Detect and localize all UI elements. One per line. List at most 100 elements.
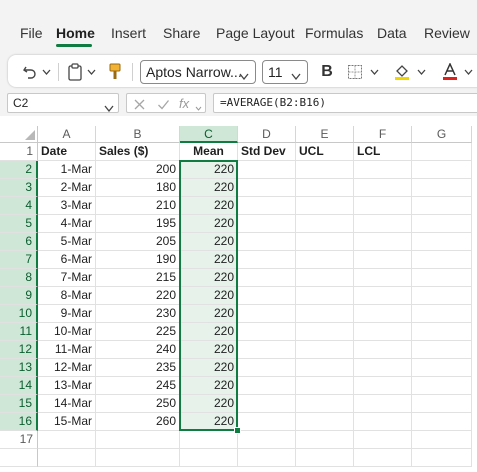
cell-e15[interactable]: [296, 395, 354, 413]
cell-d9[interactable]: [238, 287, 296, 305]
tab-insert[interactable]: Insert: [111, 25, 146, 41]
mean-cell[interactable]: 220: [180, 359, 238, 377]
cell-d8[interactable]: [238, 269, 296, 287]
paste-dropdown[interactable]: [86, 61, 96, 83]
mean-cell[interactable]: 220: [180, 215, 238, 233]
date-cell[interactable]: 15-Mar: [38, 413, 96, 431]
cell-e12[interactable]: [296, 341, 354, 359]
cell-d5[interactable]: [238, 215, 296, 233]
cell-g18[interactable]: [412, 449, 472, 467]
row-header[interactable]: 13: [0, 359, 38, 377]
cell-g5[interactable]: [412, 215, 472, 233]
date-cell[interactable]: 6-Mar: [38, 251, 96, 269]
sales-cell[interactable]: 240: [96, 341, 180, 359]
cell-g13[interactable]: [412, 359, 472, 377]
cell-e13[interactable]: [296, 359, 354, 377]
sales-cell[interactable]: 210: [96, 197, 180, 215]
row-header[interactable]: 17: [0, 431, 38, 449]
sales-cell[interactable]: 180: [96, 179, 180, 197]
cell-c17[interactable]: [180, 431, 238, 449]
tab-file[interactable]: File: [20, 25, 43, 41]
sales-cell[interactable]: 235: [96, 359, 180, 377]
cell-g4[interactable]: [412, 197, 472, 215]
row-header[interactable]: 16: [0, 413, 38, 431]
mean-cell[interactable]: 220: [180, 341, 238, 359]
date-cell[interactable]: 12-Mar: [38, 359, 96, 377]
cell-f13[interactable]: [354, 359, 412, 377]
cell-d7[interactable]: [238, 251, 296, 269]
cell-g16[interactable]: [412, 413, 472, 431]
cell-d15[interactable]: [238, 395, 296, 413]
row-header[interactable]: 3: [0, 179, 38, 197]
column-header-f[interactable]: F: [354, 126, 412, 143]
row-header[interactable]: 10: [0, 305, 38, 323]
cell-g17[interactable]: [412, 431, 472, 449]
cell-f10[interactable]: [354, 305, 412, 323]
mean-cell[interactable]: 220: [180, 233, 238, 251]
row-header[interactable]: 7: [0, 251, 38, 269]
date-cell[interactable]: 4-Mar: [38, 215, 96, 233]
date-cell[interactable]: 3-Mar: [38, 197, 96, 215]
cell-f12[interactable]: [354, 341, 412, 359]
sales-cell[interactable]: 245: [96, 377, 180, 395]
tab-home[interactable]: Home: [56, 25, 95, 41]
cell-g6[interactable]: [412, 233, 472, 251]
sales-cell[interactable]: 250: [96, 395, 180, 413]
date-cell[interactable]: 11-Mar: [38, 341, 96, 359]
cell-e3[interactable]: [296, 179, 354, 197]
cell-d6[interactable]: [238, 233, 296, 251]
mean-cell[interactable]: 220: [180, 377, 238, 395]
sales-cell[interactable]: 205: [96, 233, 180, 251]
cell-a17[interactable]: [38, 431, 96, 449]
cell-g14[interactable]: [412, 377, 472, 395]
cell-d3[interactable]: [238, 179, 296, 197]
paste-button[interactable]: [66, 61, 84, 83]
format-painter-button[interactable]: [106, 61, 124, 83]
cell-e11[interactable]: [296, 323, 354, 341]
sales-cell[interactable]: 195: [96, 215, 180, 233]
sales-cell[interactable]: 230: [96, 305, 180, 323]
undo-dropdown[interactable]: [41, 61, 51, 83]
cell-e4[interactable]: [296, 197, 354, 215]
cell-f5[interactable]: [354, 215, 412, 233]
column-header-e[interactable]: E: [296, 126, 354, 143]
row-header[interactable]: 5: [0, 215, 38, 233]
column-header-c[interactable]: C: [180, 126, 238, 143]
borders-dropdown[interactable]: [369, 61, 379, 83]
mean-cell[interactable]: 220: [180, 179, 238, 197]
cell-g2[interactable]: [412, 161, 472, 179]
row-header[interactable]: 8: [0, 269, 38, 287]
cell-e17[interactable]: [296, 431, 354, 449]
mean-cell[interactable]: 220: [180, 161, 238, 179]
header-cell[interactable]: Sales ($): [96, 143, 180, 161]
sales-cell[interactable]: 260: [96, 413, 180, 431]
cell-d4[interactable]: [238, 197, 296, 215]
cell-d14[interactable]: [238, 377, 296, 395]
row-header[interactable]: 12: [0, 341, 38, 359]
cell-b18[interactable]: [96, 449, 180, 467]
undo-button[interactable]: [20, 61, 40, 83]
cancel-icon[interactable]: [133, 95, 146, 114]
mean-cell[interactable]: 220: [180, 413, 238, 431]
cell-g1[interactable]: [412, 143, 472, 161]
cell-b17[interactable]: [96, 431, 180, 449]
sales-cell[interactable]: 200: [96, 161, 180, 179]
row-header[interactable]: 11: [0, 323, 38, 341]
cell-d18[interactable]: [238, 449, 296, 467]
cell-f17[interactable]: [354, 431, 412, 449]
row-header[interactable]: 2: [0, 161, 38, 179]
cell-g3[interactable]: [412, 179, 472, 197]
cell-e2[interactable]: [296, 161, 354, 179]
header-cell[interactable]: Date: [38, 143, 96, 161]
sales-cell[interactable]: 225: [96, 323, 180, 341]
cell-f6[interactable]: [354, 233, 412, 251]
cell-g7[interactable]: [412, 251, 472, 269]
cell-f18[interactable]: [354, 449, 412, 467]
tab-share[interactable]: Share: [163, 25, 200, 41]
column-header-a[interactable]: A: [38, 126, 96, 143]
cell-f16[interactable]: [354, 413, 412, 431]
cell-g11[interactable]: [412, 323, 472, 341]
bold-button[interactable]: B: [318, 61, 336, 83]
cell-f11[interactable]: [354, 323, 412, 341]
cell-e7[interactable]: [296, 251, 354, 269]
